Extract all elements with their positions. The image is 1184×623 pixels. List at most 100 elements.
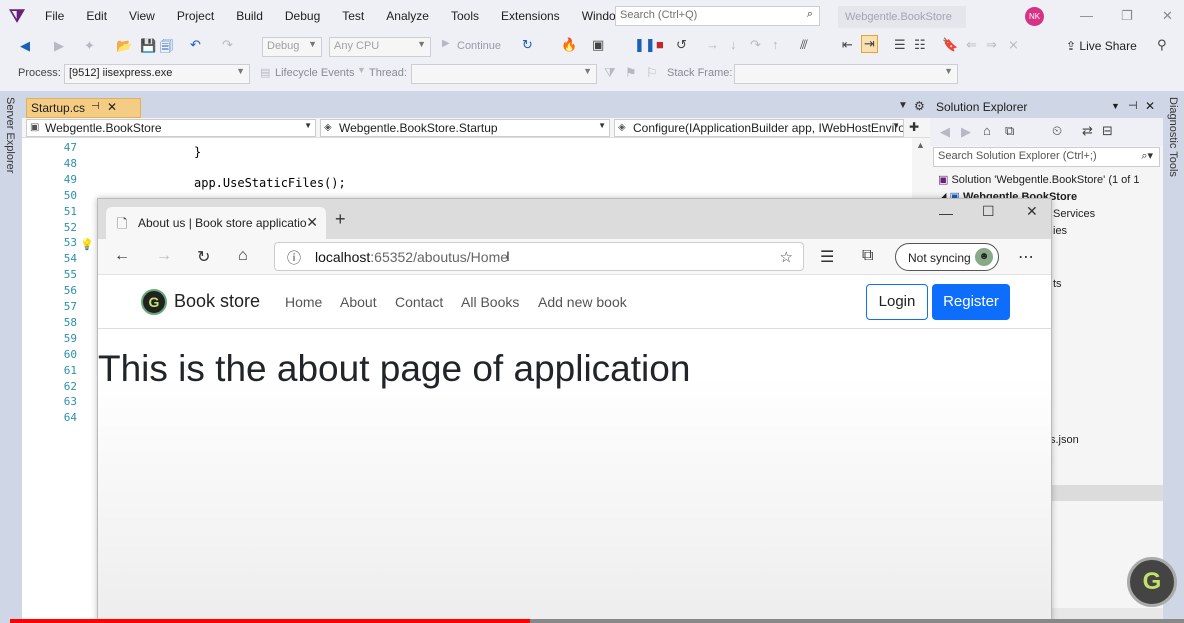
video-progress-played[interactable] bbox=[10, 619, 530, 623]
close-icon[interactable]: ✕ bbox=[1162, 8, 1173, 24]
browser-tab-active[interactable]: 🗋 About us | Book store applicatio ✕ bbox=[106, 207, 326, 239]
vs-search-input[interactable]: Search (Ctrl+Q) ⌕ bbox=[615, 6, 820, 26]
gear-icon[interactable]: ⚙ bbox=[914, 99, 925, 113]
solution-search-input[interactable]: Search Solution Explorer (Ctrl+;) ⌕▾ bbox=[933, 147, 1160, 167]
menu-file[interactable]: File bbox=[34, 0, 75, 33]
split-icon[interactable]: ✚ bbox=[909, 120, 919, 134]
forward-icon[interactable]: → bbox=[156, 247, 172, 265]
dropdown-icon[interactable]: ▼ bbox=[1111, 101, 1120, 111]
favorites-icon[interactable]: ☰ bbox=[820, 247, 834, 267]
solution-node[interactable]: ▣ Solution 'Webgentle.BookStore' (1 of 1 bbox=[938, 173, 1140, 186]
nav-home[interactable]: Home bbox=[285, 294, 322, 310]
thread-select[interactable]: ▼ bbox=[411, 64, 597, 84]
uncomment-icon[interactable]: ⇥ bbox=[861, 35, 878, 53]
favorite-star-icon[interactable]: ☆ bbox=[780, 248, 793, 266]
platform-select[interactable]: Any CPU ▼ bbox=[329, 37, 431, 57]
new-item-icon[interactable]: ✦ bbox=[84, 38, 95, 54]
redo-icon[interactable]: ↷ bbox=[222, 37, 233, 53]
forward-icon[interactable]: ▶ bbox=[961, 124, 971, 140]
lightbulb-icon[interactable]: 💡 bbox=[80, 238, 94, 251]
prev-bookmark-icon[interactable]: ⇐ bbox=[966, 37, 977, 53]
back-icon[interactable]: ← bbox=[114, 247, 130, 265]
tree-item-dependencies[interactable]: ies bbox=[1053, 225, 1067, 237]
tree-item-services[interactable]: Services bbox=[1053, 208, 1095, 220]
lifecycle-events-button[interactable]: Lifecycle Events bbox=[275, 67, 354, 79]
server-explorer-tab[interactable]: Server Explorer bbox=[4, 97, 16, 173]
collapse-all-icon[interactable]: ⊟ bbox=[1102, 123, 1113, 139]
diagnostic-tools-tab[interactable]: Diagnostic Tools bbox=[1167, 97, 1179, 177]
restore-icon[interactable]: ❐ bbox=[1121, 8, 1133, 24]
tree-item-appsettings[interactable]: s.json bbox=[1050, 434, 1079, 446]
back-icon[interactable]: ◀ bbox=[940, 124, 950, 140]
sync-icon[interactable]: ⇄ bbox=[1082, 123, 1093, 139]
forward-icon[interactable]: ▶ bbox=[54, 38, 64, 54]
scroll-up-icon[interactable]: ▲ bbox=[916, 140, 925, 150]
open-folder-icon[interactable]: 📂 bbox=[116, 38, 132, 54]
menu-build[interactable]: Build bbox=[225, 0, 274, 33]
nav-contact[interactable]: Contact bbox=[395, 294, 443, 310]
menu-project[interactable]: Project bbox=[166, 0, 225, 33]
avatar[interactable]: NK bbox=[1025, 7, 1044, 26]
site-logo-icon[interactable]: G bbox=[141, 289, 167, 315]
sync-status-button[interactable]: Not syncing ☻ bbox=[895, 243, 999, 271]
comment-icon[interactable]: ⇤ bbox=[842, 37, 853, 53]
tab-startup-cs[interactable]: Startup.cs ⊣ ✕ bbox=[26, 98, 141, 118]
menu-analyze[interactable]: Analyze bbox=[375, 0, 440, 33]
refresh-icon[interactable]: ↻ bbox=[197, 247, 210, 267]
save-all-icon[interactable]: 🗐 bbox=[160, 38, 173, 60]
new-tab-icon[interactable]: + bbox=[335, 209, 346, 230]
pin-icon[interactable]: ⚲ bbox=[1157, 37, 1167, 53]
restart-icon[interactable]: ↺ bbox=[676, 37, 687, 53]
close-icon[interactable]: ✕ bbox=[1026, 203, 1038, 220]
member-dropdown[interactable]: ◈ Configure(IApplicationBuilder app, IWeb… bbox=[614, 119, 904, 137]
live-share-button[interactable]: ⇪ Live Share bbox=[1066, 39, 1137, 53]
continue-button[interactable]: Continue bbox=[457, 40, 501, 52]
refresh-icon[interactable]: ↻ bbox=[522, 37, 533, 53]
collections-icon[interactable]: ⧉ bbox=[862, 247, 873, 265]
nav-all-books[interactable]: All Books bbox=[461, 294, 519, 310]
step-out-icon[interactable]: ↑ bbox=[772, 37, 779, 52]
step-into-icon[interactable]: ↓ bbox=[730, 37, 737, 52]
site-brand[interactable]: Book store bbox=[174, 291, 260, 312]
pin-icon[interactable]: ⊣ bbox=[1128, 99, 1138, 112]
bookmark-icon[interactable]: 🔖 bbox=[942, 37, 958, 53]
tree-item-properties[interactable]: ts bbox=[1053, 278, 1062, 290]
minimize-icon[interactable]: — bbox=[939, 205, 953, 221]
home-icon[interactable]: ⌂ bbox=[983, 123, 991, 138]
process-select[interactable]: [9512] iisexpress.exe ▼ bbox=[64, 64, 250, 84]
register-button[interactable]: Register bbox=[932, 284, 1010, 320]
configuration-select[interactable]: Debug ▼ bbox=[262, 37, 322, 57]
address-bar[interactable]: ⓘ localhost:65352/aboutus/Home I ☆ bbox=[274, 242, 804, 271]
undo-icon[interactable]: ↶ bbox=[190, 37, 201, 53]
back-icon[interactable]: ◀ bbox=[20, 38, 30, 54]
maximize-icon[interactable]: ☐ bbox=[982, 203, 995, 220]
menu-view[interactable]: View bbox=[118, 0, 166, 33]
menu-extensions[interactable]: Extensions bbox=[490, 0, 571, 33]
stop-icon[interactable]: ■ bbox=[656, 37, 664, 52]
close-tab-icon[interactable]: ✕ bbox=[306, 214, 318, 231]
pin-icon[interactable]: ⊣ bbox=[91, 101, 100, 112]
login-button[interactable]: Login bbox=[866, 284, 928, 320]
type-dropdown[interactable]: ◈ Webgentle.BookStore.Startup ▼ bbox=[320, 119, 610, 137]
project-dropdown[interactable]: ▣ Webgentle.BookStore ▼ bbox=[26, 119, 316, 137]
menu-test[interactable]: Test bbox=[331, 0, 375, 33]
step-over-icon[interactable]: ↷ bbox=[750, 37, 761, 53]
stack-frame-select[interactable]: ▼ bbox=[734, 64, 958, 84]
browser-link-icon[interactable]: ▣ bbox=[592, 37, 604, 53]
nav-about[interactable]: About bbox=[340, 294, 377, 310]
close-icon[interactable]: ✕ bbox=[107, 100, 117, 114]
breakpoints-icon[interactable]: ⫻ bbox=[800, 37, 808, 53]
menu-tools[interactable]: Tools bbox=[440, 0, 490, 33]
menu-debug[interactable]: Debug bbox=[274, 0, 331, 33]
switch-views-icon[interactable]: ⧉ bbox=[1005, 123, 1014, 139]
save-icon[interactable]: 💾 bbox=[140, 38, 156, 54]
filter-icon[interactable]: ⧩ bbox=[604, 65, 616, 81]
flag-icon[interactable]: ⚑ bbox=[625, 65, 637, 81]
dropdown-icon[interactable]: ▼ bbox=[898, 100, 908, 111]
minimize-icon[interactable]: — bbox=[1080, 8, 1093, 23]
indent-icon[interactable]: ☷ bbox=[914, 37, 926, 53]
show-next-statement-icon[interactable]: → bbox=[706, 37, 719, 52]
align-icon[interactable]: ☰ bbox=[894, 37, 906, 53]
next-bookmark-icon[interactable]: ⇒ bbox=[986, 37, 997, 53]
pause-icon[interactable]: ❚❚ bbox=[634, 37, 656, 53]
